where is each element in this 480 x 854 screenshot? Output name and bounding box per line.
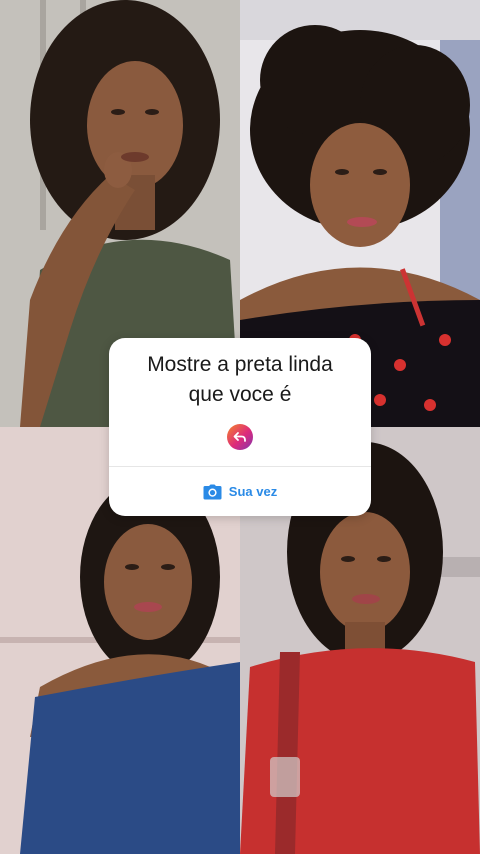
prompt-text: Mostre a preta linda que voce é <box>109 350 371 410</box>
prompt-line-1: Mostre a preta linda <box>147 353 333 376</box>
prompt-line-2: que voce é <box>188 383 292 406</box>
camera-icon <box>203 484 222 500</box>
reply-arrow-glyph <box>233 432 246 442</box>
reply-arrow-icon[interactable] <box>227 424 253 450</box>
your-turn-button[interactable]: Sua vez <box>109 467 371 516</box>
your-turn-label: Sua vez <box>228 484 278 499</box>
add-yours-prompt-card[interactable]: Mostre a preta linda que voce é Sua vez <box>109 338 371 516</box>
